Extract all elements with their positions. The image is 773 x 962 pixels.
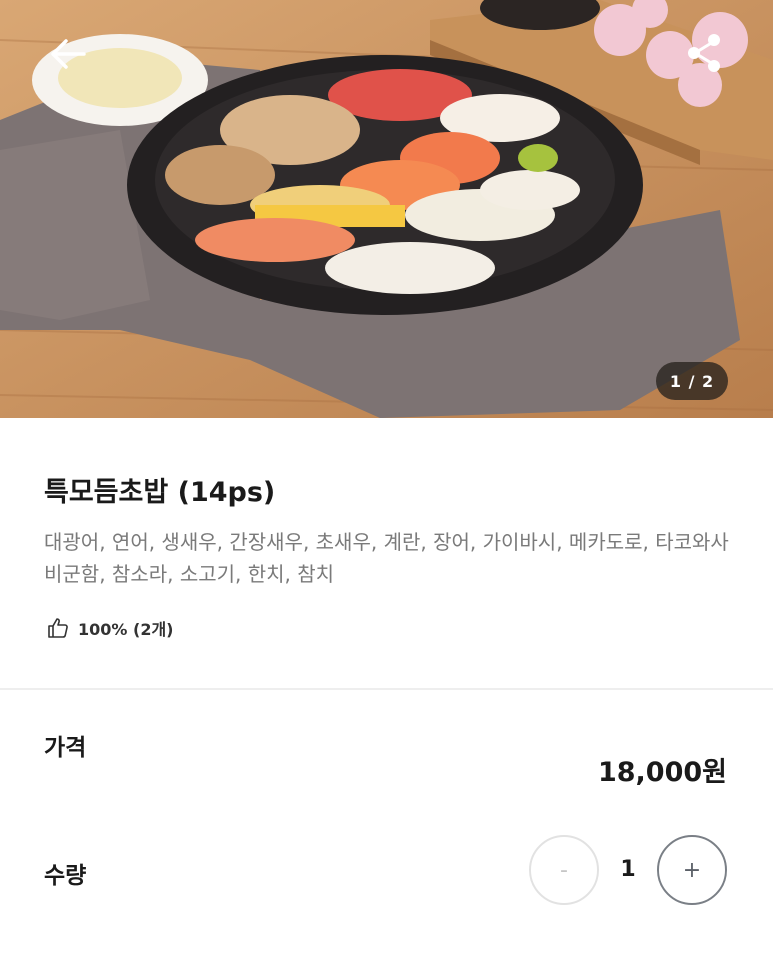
quantity-value: 1 xyxy=(620,857,636,882)
quantity-increase-button[interactable]: + xyxy=(657,835,727,905)
price-label: 가격 xyxy=(44,735,87,761)
quantity-label: 수량 xyxy=(44,863,87,889)
product-image-carousel[interactable]: 1 / 2 xyxy=(0,0,773,418)
section-divider xyxy=(0,688,773,690)
share-button[interactable] xyxy=(680,28,730,78)
product-description: 대광어, 연어, 생새우, 간장새우, 초새우, 계란, 장어, 가이바시, 메… xyxy=(44,530,729,586)
thumbs-up-icon xyxy=(48,618,68,638)
product-title: 특모듬초밥 (14ps) xyxy=(44,477,276,508)
quantity-decrease-button[interactable]: - xyxy=(529,835,599,905)
arrow-left-icon xyxy=(51,39,86,69)
price-value: 18,000원 xyxy=(597,757,727,788)
share-icon xyxy=(688,34,720,72)
back-button[interactable] xyxy=(44,30,92,78)
like-rating-text: 100% (2개) xyxy=(78,620,174,639)
like-rating: 100% (2개) xyxy=(46,616,173,640)
image-pager-indicator: 1 / 2 xyxy=(656,362,728,400)
sushi-platter-photo xyxy=(0,0,773,418)
